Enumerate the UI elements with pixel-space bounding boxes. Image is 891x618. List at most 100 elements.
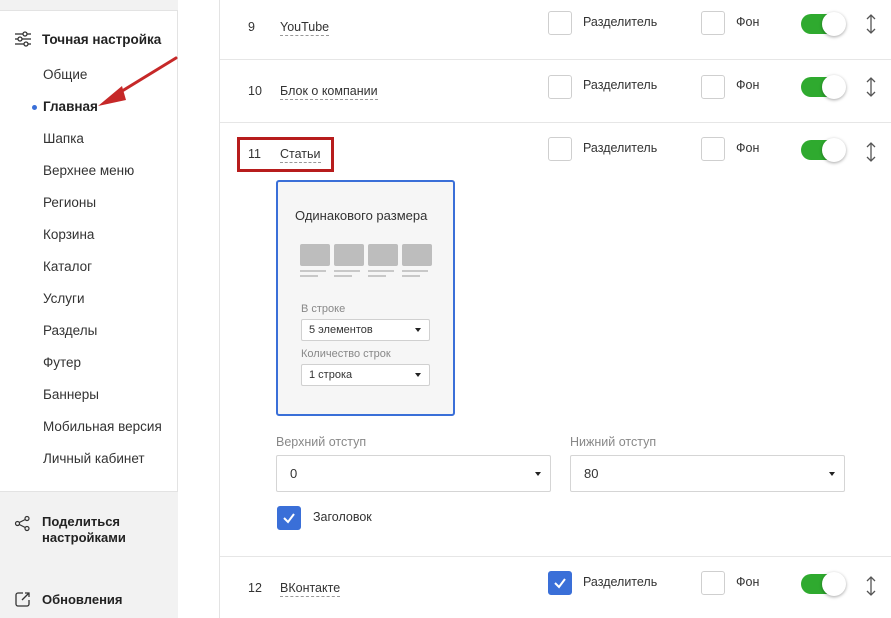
sidebar-item-label: Главная (43, 99, 98, 114)
drag-vertical-icon[interactable] (865, 76, 877, 98)
preview-item (368, 244, 398, 277)
rows-count-select[interactable]: 1 строка (301, 364, 430, 386)
toggle-knob (822, 75, 846, 99)
block-enabled-toggle[interactable] (801, 572, 846, 596)
update-icon (15, 592, 30, 607)
sliders-icon (15, 31, 31, 47)
sidebar-item-footer[interactable]: Футер (0, 347, 178, 379)
heading-checkbox[interactable] (277, 506, 301, 530)
sidebar-item-label: Регионы (43, 195, 97, 210)
sidebar-item-label: Разделы (43, 323, 98, 338)
sidebar-item-label: Баннеры (43, 387, 99, 402)
sidebar-item-label: Личный кабинет (43, 451, 145, 466)
separator-checkbox[interactable] (548, 75, 572, 99)
drag-vertical-icon[interactable] (865, 141, 877, 163)
drag-vertical-icon[interactable] (865, 575, 877, 597)
block-enabled-toggle[interactable] (801, 138, 846, 162)
sidebar-item-general[interactable]: Общие (0, 59, 178, 91)
updates-label: Обновления (42, 592, 123, 607)
block-row-youtube: 9 YouTube Разделитель Фон (220, 0, 891, 60)
row-number: 12 (248, 581, 262, 595)
chevron-down-icon (829, 472, 835, 476)
sidebar-item-label: Верхнее меню (43, 163, 135, 178)
sidebar-item-header[interactable]: Шапка (0, 123, 178, 155)
separator-checkbox[interactable] (548, 571, 572, 595)
background-label: Фон (736, 78, 760, 92)
block-row-vkontakte: 12 ВКонтакте Разделитель Фон (220, 557, 891, 618)
sidebar-item-regions[interactable]: Регионы (0, 187, 178, 219)
sidebar-item-sections[interactable]: Разделы (0, 315, 178, 347)
background-checkbox[interactable] (701, 11, 725, 35)
share-settings-button[interactable]: Поделиться настройками (14, 514, 142, 546)
row-number: 10 (248, 84, 262, 98)
sidebar-item-cart[interactable]: Корзина (0, 219, 178, 251)
sidebar-top-section (0, 0, 178, 11)
sidebar-item-mobile[interactable]: Мобильная версия (0, 411, 178, 443)
toggle-knob (822, 572, 846, 596)
bottom-padding-select[interactable]: 80 (570, 455, 845, 492)
active-dot-icon (32, 105, 37, 110)
layout-preview (300, 244, 432, 277)
background-checkbox[interactable] (701, 137, 725, 161)
separator-label: Разделитель (583, 141, 658, 155)
block-enabled-toggle[interactable] (801, 75, 846, 99)
rows-count-value: 1 строка (309, 369, 353, 381)
highlight-annotation-box (237, 137, 334, 172)
layout-option-title: Одинакового размера (295, 208, 428, 223)
per-row-label: В строке (301, 303, 346, 315)
sidebar-item-main[interactable]: Главная (0, 91, 178, 123)
preview-item (300, 244, 330, 277)
sidebar-item-label: Общие (43, 67, 88, 82)
chevron-down-icon (415, 328, 421, 332)
per-row-select[interactable]: 5 элементов (301, 319, 430, 341)
drag-vertical-icon[interactable] (865, 13, 877, 35)
sidebar-item-banners[interactable]: Баннеры (0, 379, 178, 411)
separator-label: Разделитель (583, 575, 658, 589)
block-row-about-company: 10 Блок о компании Разделитель Фон (220, 60, 891, 123)
sidebar-item-services[interactable]: Услуги (0, 283, 178, 315)
updates-button[interactable]: Обновления (14, 591, 123, 608)
top-padding-select[interactable]: 0 (276, 455, 551, 492)
bottom-padding-label: Нижний отступ (570, 435, 657, 449)
toggle-knob (822, 138, 846, 162)
preview-item (402, 244, 432, 277)
block-name-link[interactable]: Блок о компании (280, 84, 378, 100)
background-label: Фон (736, 141, 760, 155)
sidebar-nav: Общие Главная Шапка Верхнее меню Регионы… (0, 59, 178, 475)
share-icon (14, 515, 30, 532)
layout-option-card[interactable]: Одинакового размера В строке 5 элементов… (276, 180, 455, 416)
top-padding-label: Верхний отступ (276, 435, 367, 449)
toggle-knob (822, 12, 846, 36)
sidebar-item-label: Корзина (43, 227, 95, 242)
block-name-link[interactable]: ВКонтакте (280, 581, 341, 597)
preview-item (334, 244, 364, 277)
sidebar-item-catalog[interactable]: Каталог (0, 251, 178, 283)
sidebar-item-label: Шапка (43, 131, 84, 146)
heading-label: Заголовок (313, 510, 372, 524)
separator-checkbox[interactable] (548, 11, 572, 35)
per-row-value: 5 элементов (309, 324, 373, 336)
row-number: 9 (248, 20, 255, 34)
background-checkbox[interactable] (701, 75, 725, 99)
sidebar-section-title: Точная настройка (42, 31, 162, 47)
chevron-down-icon (415, 373, 421, 377)
sidebar-item-account[interactable]: Личный кабинет (0, 443, 178, 475)
sidebar-section-fine-tuning[interactable]: Точная настройка (14, 30, 161, 48)
separator-label: Разделитель (583, 78, 658, 92)
sidebar-item-label: Футер (43, 355, 82, 370)
sidebar-item-top-menu[interactable]: Верхнее меню (0, 155, 178, 187)
sidebar-item-label: Мобильная версия (43, 419, 162, 434)
checkmark-icon (283, 513, 295, 524)
share-settings-label: Поделиться настройками (42, 514, 126, 545)
sidebar-bottom-section: Поделиться настройками Обновления (0, 491, 178, 618)
background-checkbox[interactable] (701, 571, 725, 595)
rows-count-label: Количество строк (301, 348, 391, 360)
block-name-link[interactable]: YouTube (280, 20, 330, 36)
blocks-list: 9 YouTube Разделитель Фон 10 Блок о комп… (219, 0, 891, 618)
separator-checkbox[interactable] (548, 137, 572, 161)
top-padding-value: 0 (290, 466, 298, 481)
block-enabled-toggle[interactable] (801, 12, 846, 36)
sidebar-item-label: Услуги (43, 291, 85, 306)
sidebar-item-label: Каталог (43, 259, 93, 274)
sidebar: Точная настройка Общие Главная Шапка Вер… (0, 0, 178, 618)
